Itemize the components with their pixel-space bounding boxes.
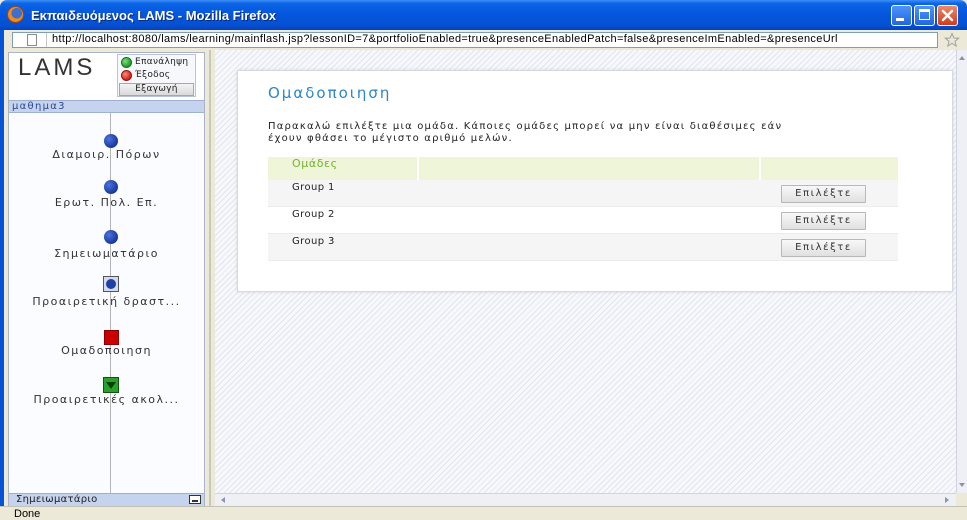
red-circle-icon <box>121 70 132 81</box>
lesson-name: μαθημα3 <box>12 101 66 112</box>
activity-item[interactable]: Σημειωματάριο <box>9 229 204 263</box>
activity-label: Ερωτ. Πολ. Επ. <box>54 196 159 209</box>
table-header: Ομάδες <box>268 157 898 180</box>
status-text: Done <box>14 508 41 520</box>
activity-label: Προαιρετικές ακολ... <box>33 393 180 406</box>
firefox-icon[interactable] <box>7 6 24 23</box>
bookmark-star-icon[interactable] <box>944 32 960 48</box>
address-url[interactable]: http://localhost:8080/lams/learning/main… <box>52 33 838 45</box>
activity-label: Σημειωματάριο <box>54 247 159 260</box>
table-row: Group 3 Επιλέξτε <box>268 234 898 261</box>
blue-circle-icon <box>104 180 118 194</box>
grouping-panel: Ομαδοποιηση Παρακαλώ επιλέξτε μια ομάδα.… <box>237 70 953 292</box>
notebook-bar[interactable]: Σημειωματάριο <box>9 493 204 506</box>
address-divider <box>46 33 47 47</box>
blue-circle-icon <box>104 134 118 148</box>
table-row: Group 1 Επιλέξτε <box>268 180 898 207</box>
chevron-left-icon <box>221 497 225 503</box>
panel-splitter[interactable] <box>205 50 215 506</box>
blue-dot <box>106 279 116 289</box>
activity-label: Προαιρετική δραστ... <box>32 295 181 308</box>
notebook-toggle-icon[interactable] <box>189 495 201 504</box>
main-content: Ομαδοποιηση Παρακαλώ επιλέξτε μια ομάδα.… <box>215 50 956 493</box>
page-title: Ομαδοποιηση <box>268 84 392 102</box>
red-square-icon <box>104 330 119 345</box>
green-square-down-arrow-icon <box>103 377 119 393</box>
splitter-grip <box>209 50 211 506</box>
scrollbar-corner <box>956 493 967 506</box>
header-cell <box>761 157 898 180</box>
exit-button[interactable]: Έξοδος <box>120 69 193 81</box>
scroll-up-button[interactable] <box>957 52 967 64</box>
down-arrow <box>106 382 116 389</box>
blue-circle-icon <box>104 230 118 244</box>
lesson-controls: Επανάληψη Έξοδος Εξαγωγή <box>117 54 196 97</box>
groups-table: Ομάδες Group 1 Επιλέξτε Group 2 Επιλέξτε… <box>268 157 898 261</box>
page-icon <box>27 34 37 46</box>
header-cell <box>268 157 417 180</box>
group-name: Group 1 <box>292 182 335 193</box>
export-button[interactable]: Εξαγωγή <box>119 83 194 96</box>
activity-item[interactable]: Προαιρετική δραστ... <box>9 276 204 310</box>
notebook-label: Σημειωματάριο <box>16 494 98 505</box>
minimize-button[interactable] <box>891 5 912 26</box>
scroll-down-button[interactable] <box>957 479 967 491</box>
chevron-right-icon <box>945 497 949 503</box>
scroll-right-button[interactable] <box>940 494 953 506</box>
chevron-down-icon <box>959 483 965 487</box>
table-row: Group 2 Επιλέξτε <box>268 207 898 234</box>
close-icon <box>941 9 954 22</box>
select-group-button[interactable]: Επιλέξτε <box>781 212 866 230</box>
learner-panel: LAMS Επανάληψη Έξοδος Εξαγωγή μαθημα3 Δι… <box>8 52 205 507</box>
lesson-header: μαθημα3 <box>9 100 204 113</box>
green-circle-icon <box>121 57 132 68</box>
boxed-blue-circle-icon <box>103 276 119 292</box>
group-name: Group 2 <box>292 209 335 220</box>
maximize-button[interactable] <box>914 5 935 26</box>
instructions-line: Παρακαλώ επιλέξτε μια ομάδα. Κάποιες ομά… <box>268 121 783 132</box>
resume-button[interactable]: Επανάληψη <box>120 56 193 68</box>
exit-label: Έξοδος <box>135 70 171 80</box>
chevron-up-icon <box>959 56 965 60</box>
window-title: Εκπαιδευόμενος LAMS - Mozilla Firefox <box>31 8 277 23</box>
close-button[interactable] <box>937 5 958 26</box>
lams-logo: LAMS <box>18 54 96 81</box>
select-group-button[interactable]: Επιλέξτε <box>781 185 866 203</box>
vertical-scrollbar[interactable] <box>956 50 967 493</box>
title-bar[interactable]: Εκπαιδευόμενος LAMS - Mozilla Firefox <box>0 0 967 30</box>
header-cell <box>419 157 759 180</box>
instructions: Παρακαλώ επιλέξτε μια ομάδα. Κάποιες ομά… <box>268 121 782 145</box>
maximize-icon <box>919 9 930 20</box>
activity-item[interactable]: Προαιρετικές ακολ... <box>9 377 204 411</box>
select-group-button[interactable]: Επιλέξτε <box>781 239 866 257</box>
status-bar: Done <box>0 506 967 520</box>
groups-column-header: Ομάδες <box>292 157 338 170</box>
resume-label: Επανάληψη <box>135 57 189 67</box>
instructions-line: έχουν φθάσει το μέγιστο αριθμό μελών. <box>268 133 513 144</box>
activity-label: Ομαδοποιηση <box>61 344 152 357</box>
horizontal-scrollbar[interactable] <box>215 493 956 506</box>
activity-item-current[interactable]: Ομαδοποιηση <box>9 329 204 363</box>
dash <box>192 500 198 502</box>
minimize-icon <box>896 18 904 21</box>
activity-label: Διαμοιρ. Πόρων <box>52 148 161 161</box>
window-frame <box>0 30 4 506</box>
activity-item[interactable]: Διαμοιρ. Πόρων <box>9 133 204 167</box>
activity-item[interactable]: Ερωτ. Πολ. Επ. <box>9 179 204 213</box>
scroll-left-button[interactable] <box>217 494 230 506</box>
address-field[interactable]: http://localhost:8080/lams/learning/main… <box>12 32 938 48</box>
group-name: Group 3 <box>292 236 335 247</box>
